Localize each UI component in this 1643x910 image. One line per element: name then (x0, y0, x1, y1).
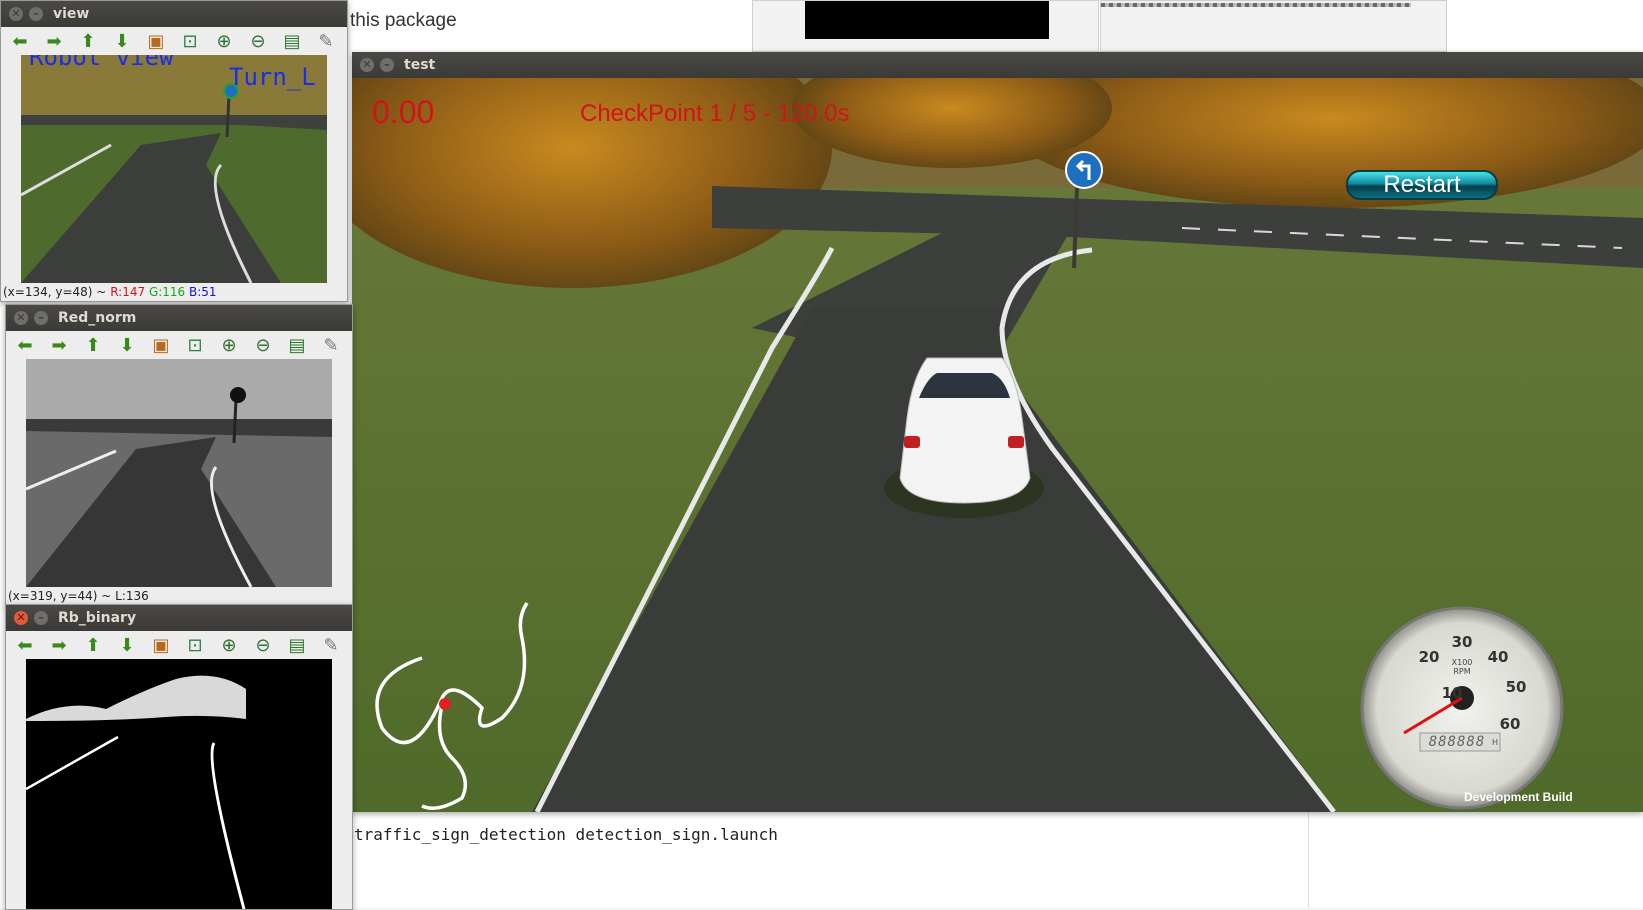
minimap-car-marker (439, 698, 451, 710)
status-green: G:116 (148, 285, 186, 299)
zoom-in-icon[interactable]: ⊕ (218, 635, 240, 657)
view-toolbar: ⬅ ➡ ⬆ ⬇ ▣ ⊡ ⊕ ⊖ ▤ ✎ (1, 27, 347, 57)
tach-label-50: 50 (1505, 678, 1527, 696)
tach-unit: X100 RPM (1451, 658, 1473, 676)
image-icon[interactable]: ▣ (150, 635, 172, 657)
arrow-down-icon[interactable]: ⬇ (116, 635, 138, 657)
test-title-bar[interactable]: ✕ – test (352, 52, 1643, 78)
save-icon[interactable]: ▤ (286, 335, 308, 357)
turn-label: Turn_L (229, 63, 316, 91)
close-button[interactable]: ✕ (9, 7, 23, 21)
tach-digital-unit: H (1492, 738, 1499, 747)
save-icon[interactable]: ▤ (281, 31, 303, 53)
minimize-button[interactable]: – (29, 7, 43, 21)
view-image[interactable]: Robot view Turn_L (21, 55, 327, 283)
doc-text: this package (350, 10, 457, 31)
rb-binary-image[interactable] (26, 659, 332, 909)
arrow-up-icon[interactable]: ⬆ (82, 335, 104, 357)
arrow-down-icon[interactable]: ⬇ (111, 31, 133, 53)
image-icon[interactable]: ▣ (145, 31, 167, 53)
red-norm-image[interactable] (26, 359, 332, 587)
tach-label-40: 40 (1487, 648, 1509, 666)
zoom-fit-icon[interactable]: ⊡ (184, 335, 206, 357)
zoom-in-icon[interactable]: ⊕ (218, 335, 240, 357)
test-window[interactable]: ✕ – test 10 20 30 40 50 60 X100 RPM 8888… (352, 52, 1643, 812)
save-icon[interactable]: ▤ (286, 635, 308, 657)
arrow-up-icon[interactable]: ⬆ (82, 635, 104, 657)
background-pane (1308, 812, 1643, 908)
red-norm-title-bar[interactable]: ✕ – Red_norm (6, 305, 352, 331)
arrow-right-icon[interactable]: ➡ (43, 31, 65, 53)
restart-button[interactable]: Restart (1346, 170, 1498, 200)
window-title: Red_norm (58, 310, 137, 326)
background-window-b (1100, 0, 1447, 52)
red-norm-window[interactable]: ✕ – Red_norm ⬅ ➡ ⬆ ⬇ ▣ ⊡ ⊕ ⊖ ▤ ✎ (x=319,… (5, 304, 353, 606)
arrow-left-icon[interactable]: ⬅ (14, 635, 36, 657)
zoom-out-icon[interactable]: ⊖ (247, 31, 269, 53)
background-strip (1101, 3, 1411, 7)
arrow-down-icon[interactable]: ⬇ (116, 335, 138, 357)
image-icon[interactable]: ▣ (150, 335, 172, 357)
status-coords: (x=134, y=48) ~ (3, 285, 107, 299)
minimize-button[interactable]: – (34, 611, 48, 625)
background-window-a (752, 0, 1099, 52)
rb-binary-title-bar[interactable]: ✕ – Rb_binary (6, 605, 352, 631)
tach-label-10: 10 (1441, 684, 1463, 702)
status-blue: B:51 (189, 285, 217, 299)
rb-binary-toolbar: ⬅ ➡ ⬆ ⬇ ▣ ⊡ ⊕ ⊖ ▤ ✎ (6, 631, 352, 661)
close-button[interactable]: ✕ (360, 58, 374, 72)
tach-label-30: 30 (1451, 633, 1473, 651)
background-black-panel (805, 1, 1049, 39)
red-norm-image-scene (26, 359, 332, 587)
close-button[interactable]: ✕ (14, 311, 28, 325)
launch-command-text: traffic_sign_detection detection_sign.la… (354, 825, 778, 844)
robot-view-label: Robot view (29, 55, 174, 71)
speed-readout: 0.00 (372, 94, 435, 130)
arrow-left-icon[interactable]: ⬅ (14, 335, 36, 357)
zoom-fit-icon[interactable]: ⊡ (184, 635, 206, 657)
view-title-bar[interactable]: ✕ – view (1, 1, 347, 27)
development-build-label: Development Build (1464, 790, 1573, 804)
car-taillight-right (1008, 436, 1024, 448)
view-status-bar: (x=134, y=48) ~ R:147 G:116 B:51 (1, 283, 347, 301)
clear-icon[interactable]: ✎ (315, 31, 337, 53)
zoom-out-icon[interactable]: ⊖ (252, 335, 274, 357)
window-title: test (404, 57, 436, 73)
red-norm-status-bar: (x=319, y=44) ~ L:136 (6, 587, 352, 605)
zoom-fit-icon[interactable]: ⊡ (179, 31, 201, 53)
view-window[interactable]: ✕ – view ⬅ ➡ ⬆ ⬇ ▣ ⊡ ⊕ ⊖ ▤ ✎ Robot view … (0, 0, 348, 302)
clear-icon[interactable]: ✎ (320, 335, 342, 357)
checkpoint-readout: CheckPoint 1 / 5 - 120.0s (580, 100, 850, 127)
close-button[interactable]: ✕ (14, 611, 28, 625)
zoom-in-icon[interactable]: ⊕ (213, 31, 235, 53)
arrow-right-icon[interactable]: ➡ (48, 635, 70, 657)
minimize-button[interactable]: – (34, 311, 48, 325)
status-red: R:147 (110, 285, 146, 299)
zoom-out-icon[interactable]: ⊖ (252, 635, 274, 657)
arrow-up-icon[interactable]: ⬆ (77, 31, 99, 53)
tach-label-60: 60 (1499, 715, 1521, 733)
game-viewport[interactable]: 10 20 30 40 50 60 X100 RPM 888888 H 0.00… (352, 52, 1643, 812)
window-title: Rb_binary (58, 610, 137, 626)
car-taillight-left (904, 436, 920, 448)
tach-digital: 888888 (1428, 734, 1486, 750)
arrow-right-icon[interactable]: ➡ (48, 335, 70, 357)
rb-binary-window[interactable]: ✕ – Rb_binary ⬅ ➡ ⬆ ⬇ ▣ ⊡ ⊕ ⊖ ▤ ✎ (5, 604, 353, 910)
window-title: view (53, 6, 90, 22)
clear-icon[interactable]: ✎ (320, 635, 342, 657)
arrow-left-icon[interactable]: ⬅ (9, 31, 31, 53)
car-rear-window (919, 373, 1010, 398)
red-norm-toolbar: ⬅ ➡ ⬆ ⬇ ▣ ⊡ ⊕ ⊖ ▤ ✎ (6, 331, 352, 361)
rb-binary-image-scene (26, 675, 246, 909)
minimize-button[interactable]: – (380, 58, 394, 72)
